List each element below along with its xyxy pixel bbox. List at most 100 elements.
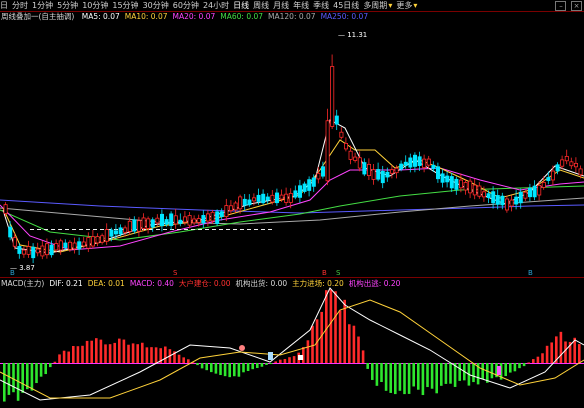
- candle: [12, 237, 17, 247]
- macd-bar: [518, 363, 521, 369]
- macd-bar: [407, 363, 411, 394]
- macd-bar: [329, 289, 333, 363]
- macd-bar: [246, 363, 250, 372]
- candle: [343, 143, 348, 150]
- candle: [118, 227, 123, 235]
- candle: [297, 185, 302, 198]
- candle: [123, 227, 128, 233]
- candle: [500, 195, 505, 206]
- candle: [86, 237, 91, 249]
- candle: [408, 157, 413, 168]
- macd-bar: [150, 347, 153, 363]
- macd-bar: [131, 343, 135, 363]
- candle: [366, 163, 371, 177]
- candle: [348, 150, 353, 160]
- candle: [155, 217, 160, 224]
- macd-bar: [62, 350, 66, 363]
- candle: [518, 191, 523, 204]
- candle: [380, 170, 385, 184]
- candle: [311, 177, 316, 187]
- candle: [238, 196, 243, 210]
- candle: [215, 211, 220, 224]
- macd-bar: [145, 347, 149, 363]
- macd-bar: [559, 331, 563, 363]
- macd-bar: [564, 341, 567, 363]
- macd-bar: [578, 344, 581, 363]
- candle: [426, 158, 431, 166]
- candle: [389, 169, 394, 174]
- signal-marker: B: [322, 269, 327, 277]
- candle: [362, 162, 367, 175]
- candle: [412, 154, 417, 167]
- macd-bar: [545, 345, 549, 363]
- candle: [3, 204, 8, 214]
- candle: [435, 166, 440, 180]
- candle: [233, 202, 238, 211]
- macd-bar: [440, 363, 443, 386]
- candle: [325, 120, 330, 182]
- macd-bar: [237, 363, 241, 377]
- candle: [192, 218, 197, 224]
- macd-bar: [279, 359, 282, 363]
- candle: [495, 195, 500, 205]
- candle: [532, 185, 537, 198]
- candle: [472, 184, 477, 196]
- candle: [468, 180, 473, 194]
- signal-marker: S: [336, 269, 341, 277]
- candle: [523, 191, 528, 199]
- macd-bar: [12, 363, 15, 393]
- macd-bar: [108, 344, 112, 363]
- macd-bar: [127, 344, 130, 363]
- macd-bar: [504, 363, 507, 377]
- candle: [31, 246, 36, 259]
- candle: [403, 161, 408, 166]
- macd-bar: [338, 310, 342, 363]
- candle: [578, 168, 583, 176]
- macd-bar: [219, 363, 222, 376]
- macd-bar: [95, 338, 98, 363]
- macd-bar: [214, 363, 218, 374]
- macd-bar: [412, 363, 415, 387]
- candle: [537, 184, 542, 196]
- candle: [302, 183, 307, 192]
- candle: [21, 249, 26, 255]
- candle: [307, 179, 312, 191]
- macd-bar: [513, 363, 517, 372]
- macd-bar: [334, 291, 337, 363]
- macd-bar: [136, 344, 139, 363]
- candle: [265, 196, 270, 201]
- macd-bar: [380, 363, 383, 383]
- macd-bar: [398, 363, 402, 391]
- event-marker: [298, 355, 303, 360]
- candle: [210, 211, 215, 222]
- candle: [100, 235, 105, 243]
- macd-bar: [35, 363, 38, 384]
- macd-legend-item: DEA: 0.01: [87, 279, 125, 288]
- macd-bar: [99, 339, 103, 363]
- macd-bar: [458, 363, 461, 381]
- candle: [35, 248, 40, 254]
- macd-bar: [260, 363, 264, 367]
- stock-chart[interactable]: — 11.31— 3.87B S B S B: [0, 0, 584, 408]
- candle: [445, 175, 450, 183]
- macd-bar: [39, 363, 43, 377]
- candle: [546, 177, 551, 181]
- macd-bar: [182, 357, 185, 363]
- candle: [564, 156, 569, 162]
- macd-bar: [449, 363, 452, 384]
- candle: [26, 246, 31, 255]
- candle: [514, 196, 519, 205]
- macd-bar: [30, 363, 34, 391]
- macd-bar: [21, 363, 24, 393]
- macd-bar: [532, 359, 535, 363]
- macd-bar: [306, 340, 310, 363]
- macd-bar: [550, 342, 553, 363]
- candle: [279, 194, 284, 200]
- macd-bar: [67, 351, 70, 363]
- macd-bar: [292, 356, 296, 363]
- candle: [182, 216, 187, 223]
- macd-legend-item[interactable]: MACD(主力): [1, 279, 44, 288]
- macd-bar: [522, 363, 526, 367]
- candle: [486, 193, 491, 198]
- macd-bar: [325, 290, 328, 363]
